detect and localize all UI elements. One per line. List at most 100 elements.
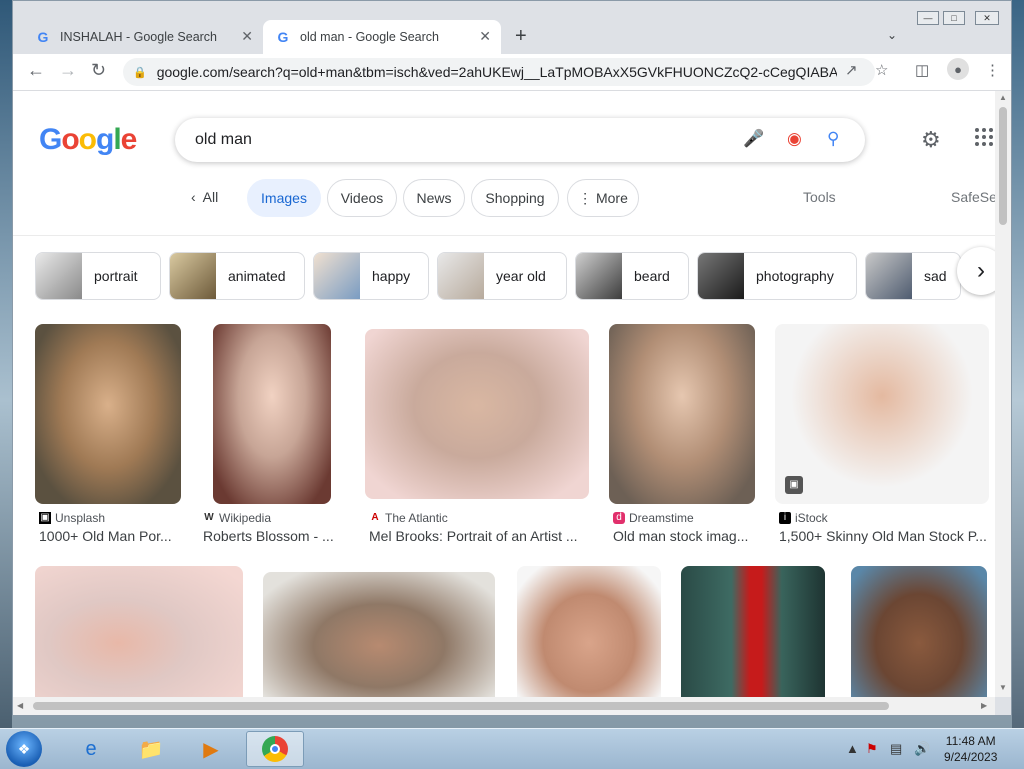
- more-button[interactable]: ⋮ More: [567, 179, 639, 217]
- search-input[interactable]: old man: [195, 131, 252, 149]
- tab-close-icon[interactable]: ✕: [479, 28, 491, 45]
- file-explorer-icon[interactable]: 📁: [124, 731, 178, 767]
- tab-close-icon[interactable]: ✕: [241, 28, 253, 45]
- google-favicon-icon: G: [37, 29, 49, 45]
- unsplash-icon: ▣: [39, 512, 51, 524]
- google-favicon-icon: G: [277, 29, 289, 45]
- clock-time: 11:48 AM: [945, 734, 996, 748]
- result-caption-wikipedia[interactable]: Roberts Blossom - ...: [203, 528, 337, 544]
- maximize-button[interactable]: □: [943, 11, 965, 25]
- result-source-the-atlantic[interactable]: A The Atlantic: [369, 511, 447, 525]
- related-search-photography[interactable]: photography: [697, 252, 857, 300]
- scroll-right-icon[interactable]: ▶: [981, 701, 987, 710]
- settings-gear-icon[interactable]: ⚙: [921, 127, 941, 153]
- tab-shopping[interactable]: Shopping: [471, 179, 559, 217]
- the-atlantic-icon: A: [371, 512, 379, 523]
- start-button-icon[interactable]: ❖: [6, 731, 42, 767]
- horizontal-scrollbar[interactable]: ◀ ▶: [13, 697, 995, 715]
- related-thumbnail: [438, 253, 484, 299]
- back-to-all-link[interactable]: ‹ All: [191, 189, 218, 205]
- result-image-dreamstime[interactable]: [609, 324, 755, 504]
- back-arrow-icon[interactable]: ←: [27, 60, 45, 81]
- result-image[interactable]: [851, 566, 987, 697]
- close-window-button[interactable]: ✕: [975, 11, 999, 25]
- next-chevron-icon[interactable]: ›: [957, 247, 995, 295]
- scroll-up-icon[interactable]: ▲: [999, 93, 1007, 102]
- search-icon[interactable]: ⚲: [827, 129, 839, 149]
- action-center-icon[interactable]: ⚑: [866, 741, 878, 757]
- result-image-unsplash[interactable]: [35, 324, 181, 504]
- browser-window: — □ ✕ G INSHALAH - Google Search ✕ G old…: [12, 0, 1012, 716]
- scroll-down-icon[interactable]: ▼: [999, 683, 1007, 692]
- internet-explorer-icon[interactable]: e: [64, 731, 118, 767]
- clock-date: 9/24/2023: [944, 750, 998, 764]
- desktop-background-left: [0, 0, 12, 728]
- forward-arrow-icon[interactable]: →: [59, 60, 77, 81]
- reload-icon[interactable]: ↻: [91, 60, 106, 81]
- menu-kebab-icon[interactable]: ⋮: [985, 61, 1000, 79]
- vertical-scroll-thumb[interactable]: [999, 107, 1007, 225]
- result-caption-the-atlantic[interactable]: Mel Brooks: Portrait of an Artist ...: [369, 528, 589, 544]
- result-source-istock[interactable]: i iStock: [779, 511, 828, 525]
- result-image[interactable]: [517, 566, 661, 697]
- image-badge-icon: ▣: [785, 476, 803, 494]
- result-image[interactable]: [35, 566, 243, 697]
- lens-camera-icon[interactable]: ◉: [787, 129, 802, 149]
- search-filters: ‹ All Images Videos News Shopping ⋮ More…: [13, 179, 995, 219]
- system-clock[interactable]: 11:48 AM 9/24/2023: [944, 733, 997, 765]
- scroll-left-icon[interactable]: ◀: [17, 701, 23, 710]
- search-box[interactable]: old man 🎤 ◉ ⚲: [175, 118, 865, 162]
- tab-old-man[interactable]: G old man - Google Search ✕: [263, 20, 501, 54]
- related-search-beard[interactable]: beard: [575, 252, 689, 300]
- chrome-taskbar-icon[interactable]: [246, 731, 304, 767]
- related-search-portrait[interactable]: portrait: [35, 252, 161, 300]
- related-thumbnail: [36, 253, 82, 299]
- tab-search-button[interactable]: ⌄: [887, 28, 897, 42]
- related-search-year-old[interactable]: year old: [437, 252, 567, 300]
- tab-news[interactable]: News: [403, 179, 465, 217]
- related-search-sad[interactable]: sad: [865, 252, 961, 300]
- result-image[interactable]: [681, 566, 825, 697]
- profile-avatar-icon[interactable]: ●: [947, 58, 969, 80]
- new-tab-button[interactable]: +: [515, 25, 527, 48]
- microphone-icon[interactable]: 🎤: [743, 129, 764, 149]
- show-hidden-icons-icon[interactable]: ▲: [846, 741, 859, 756]
- browser-toolbar: ← → ↻ 🔒 google.com/search?q=old+man&tbm=…: [13, 54, 1011, 91]
- result-source-unsplash[interactable]: ▣ Unsplash: [39, 511, 105, 525]
- media-player-icon[interactable]: ▶: [184, 731, 238, 767]
- address-bar[interactable]: 🔒 google.com/search?q=old+man&tbm=isch&v…: [123, 58, 875, 86]
- result-image-the-atlantic[interactable]: [365, 329, 589, 499]
- horizontal-scroll-thumb[interactable]: [33, 702, 889, 710]
- share-icon[interactable]: ↗: [845, 61, 858, 79]
- result-image-istock[interactable]: ▣: [775, 324, 989, 504]
- safesearch-button[interactable]: SafeSe: [951, 189, 995, 205]
- windows-taskbar: ❖ e 📁 ▶ ▲ ⚑ ▤ 🔊 11:48 AM 9/24/2023: [0, 728, 1024, 769]
- tab-videos[interactable]: Videos: [327, 179, 397, 217]
- vertical-scrollbar[interactable]: ▲ ▼: [995, 91, 1011, 697]
- lock-icon: 🔒: [133, 66, 147, 79]
- volume-icon[interactable]: 🔊: [914, 741, 930, 757]
- result-source-dreamstime[interactable]: d Dreamstime: [613, 511, 694, 525]
- more-dots-icon: ⋮: [578, 189, 593, 206]
- google-apps-icon[interactable]: [975, 128, 993, 146]
- tab-inshalah[interactable]: G INSHALAH - Google Search ✕: [23, 20, 263, 54]
- bookmark-star-icon[interactable]: ☆: [875, 61, 888, 79]
- side-panel-icon[interactable]: ◫: [915, 61, 929, 79]
- result-image[interactable]: [263, 572, 495, 697]
- result-caption-unsplash[interactable]: 1000+ Old Man Por...: [39, 528, 179, 544]
- result-caption-istock[interactable]: 1,500+ Skinny Old Man Stock P...: [779, 528, 989, 544]
- url-text: google.com/search?q=old+man&tbm=isch&ved…: [156, 64, 837, 80]
- result-caption-dreamstime[interactable]: Old man stock imag...: [613, 528, 759, 544]
- wikipedia-icon: W: [204, 512, 214, 523]
- minimize-button[interactable]: —: [917, 11, 939, 25]
- istock-icon: i: [779, 512, 791, 524]
- tab-images[interactable]: Images: [247, 179, 321, 217]
- related-thumbnail: [866, 253, 912, 299]
- related-search-animated[interactable]: animated: [169, 252, 305, 300]
- result-image-wikipedia[interactable]: [213, 324, 331, 504]
- tools-button[interactable]: Tools: [803, 189, 836, 205]
- network-icon[interactable]: ▤: [890, 741, 902, 757]
- related-search-happy[interactable]: happy: [313, 252, 429, 300]
- result-source-wikipedia[interactable]: W Wikipedia: [203, 511, 271, 525]
- google-logo[interactable]: Google: [39, 123, 137, 157]
